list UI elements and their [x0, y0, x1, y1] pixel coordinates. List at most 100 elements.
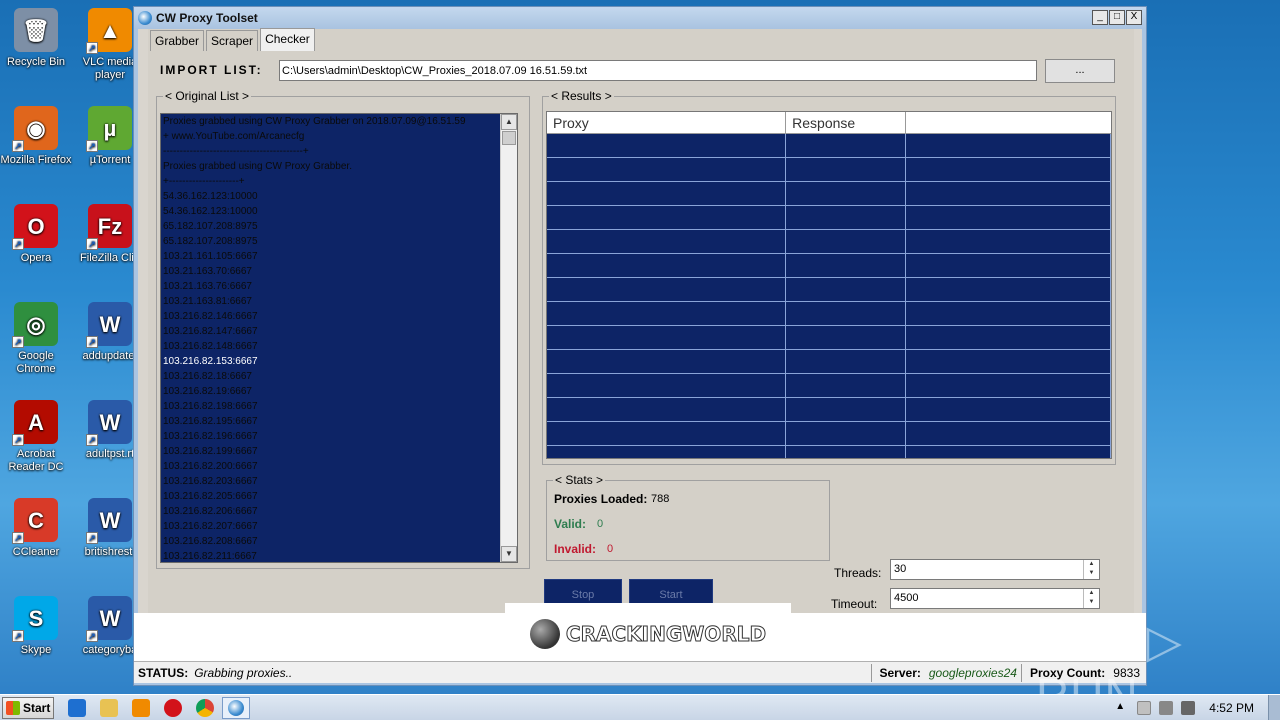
list-item[interactable]: 65.182.107.208:8975 [161, 234, 517, 249]
list-item[interactable]: 103.216.82.18:6667 [161, 369, 517, 384]
start-button-taskbar[interactable]: Start [2, 696, 54, 719]
monitor-icon[interactable] [1159, 701, 1174, 715]
list-item[interactable]: 103.216.82.211:6667 [161, 549, 517, 562]
app-icon: W ↗ [86, 400, 132, 446]
close-button[interactable]: X [1126, 10, 1142, 25]
scroll-thumb[interactable] [502, 131, 516, 145]
scroll-up-icon[interactable]: ▲ [501, 114, 517, 130]
folder-icon[interactable] [100, 698, 118, 717]
media-player-icon[interactable] [132, 698, 150, 717]
status-bar: STATUS: Grabbing proxies.. Server: googl… [134, 661, 1146, 683]
show-desktop-button[interactable] [1268, 695, 1280, 720]
list-item[interactable]: 103.216.82.153:6667 [161, 354, 517, 369]
table-row[interactable] [547, 446, 1111, 458]
timeout-spinner[interactable]: 4500 ▲ ▼ [890, 588, 1100, 609]
table-row[interactable] [547, 158, 1111, 182]
internet-explorer-icon[interactable] [68, 698, 86, 717]
list-item[interactable]: + www.YouTube.com/Arcanecfg [161, 129, 517, 144]
app-icon: O ↗ [12, 204, 58, 250]
list-item[interactable]: 103.216.82.203:6667 [161, 474, 517, 489]
original-list[interactable]: Proxies grabbed using CW Proxy Grabber o… [160, 113, 518, 563]
table-row[interactable] [547, 422, 1111, 446]
clock[interactable]: 4:52 PM [1209, 701, 1254, 715]
shortcut-arrow-icon: ↗ [86, 532, 98, 544]
list-item[interactable]: 54.36.162.123:10000 [161, 204, 517, 219]
desktop-icon[interactable]: ◎ ↗ Google Chrome [0, 302, 74, 376]
desktop-icon[interactable]: S ↗ Skype [0, 596, 74, 657]
threads-arrows[interactable]: ▲ ▼ [1083, 560, 1099, 579]
list-item[interactable]: 103.216.82.208:6667 [161, 534, 517, 549]
list-item[interactable]: 103.216.82.198:6667 [161, 399, 517, 414]
list-item[interactable]: 103.21.163.70:6667 [161, 264, 517, 279]
list-item[interactable]: 103.21.161.105:6667 [161, 249, 517, 264]
browse-button[interactable]: ... [1045, 59, 1115, 83]
list-item[interactable]: +---------------------+ [161, 174, 517, 189]
table-row[interactable] [547, 350, 1111, 374]
cracking-world-logo: CRACKINGWORLD [505, 603, 791, 665]
desktop-icon[interactable]: C ↗ CCleaner [0, 498, 74, 559]
desktop-icon[interactable]: O ↗ Opera [0, 204, 74, 265]
list-item[interactable]: 103.216.82.19:6667 [161, 384, 517, 399]
original-list-scrollbar[interactable]: ▲ ▼ [500, 114, 517, 562]
table-row[interactable] [547, 302, 1111, 326]
results-header: Proxy Response [547, 112, 1111, 134]
table-row[interactable] [547, 254, 1111, 278]
table-cell [786, 206, 906, 229]
import-path-input[interactable] [279, 60, 1037, 81]
desktop-icon[interactable]: 🗑 Recycle Bin [0, 8, 74, 69]
desktop-icon[interactable]: ◉ ↗ Mozilla Firefox [0, 106, 74, 167]
valid-value: 0 [597, 518, 604, 530]
list-item[interactable]: Proxies grabbed using CW Proxy Grabber o… [161, 114, 517, 129]
list-item[interactable]: 54.36.162.123:10000 [161, 189, 517, 204]
results-grid[interactable]: Proxy Response [546, 111, 1112, 459]
list-item[interactable]: ----------------------------------------… [161, 144, 517, 159]
opera-icon[interactable] [164, 698, 182, 717]
threads-spinner[interactable]: 30 ▲ ▼ [890, 559, 1100, 580]
table-row[interactable] [547, 398, 1111, 422]
table-row[interactable] [547, 326, 1111, 350]
table-row[interactable] [547, 374, 1111, 398]
volume-icon[interactable] [1181, 701, 1196, 715]
table-row[interactable] [547, 134, 1111, 158]
chrome-icon[interactable] [196, 698, 214, 717]
table-row[interactable] [547, 230, 1111, 254]
tray-expand-icon[interactable]: ▲ [1115, 701, 1129, 715]
list-item[interactable]: 65.182.107.208:8975 [161, 219, 517, 234]
tab-scraper[interactable]: Scraper [206, 30, 259, 51]
tab-checker[interactable]: Checker [260, 28, 315, 51]
column-header-response[interactable]: Response [786, 112, 906, 133]
list-item[interactable]: 103.216.82.196:6667 [161, 429, 517, 444]
app-icon: ▲ ↗ [86, 8, 132, 54]
scroll-down-icon[interactable]: ▼ [501, 546, 517, 562]
shortcut-arrow-icon: ↗ [12, 238, 24, 250]
desktop-icon[interactable]: A ↗ Acrobat Reader DC [0, 400, 74, 474]
list-item[interactable]: 103.21.163.76:6667 [161, 279, 517, 294]
table-row[interactable] [547, 278, 1111, 302]
minimize-button[interactable]: _ [1092, 10, 1108, 25]
timeout-arrows[interactable]: ▲ ▼ [1083, 589, 1099, 608]
list-item[interactable]: 103.216.82.205:6667 [161, 489, 517, 504]
table-row[interactable] [547, 182, 1111, 206]
list-item[interactable]: 103.216.82.200:6667 [161, 459, 517, 474]
table-cell [906, 254, 1111, 277]
tab-strip: Grabber Scraper Checker [150, 28, 317, 51]
desktop-icon-label: Skype [20, 644, 52, 656]
column-header-proxy[interactable]: Proxy [547, 112, 787, 133]
list-item[interactable]: 103.216.82.146:6667 [161, 309, 517, 324]
title-bar[interactable]: CW Proxy Toolset _ □ X [134, 7, 1146, 29]
list-item[interactable]: 103.216.82.147:6667 [161, 324, 517, 339]
tab-grabber[interactable]: Grabber [150, 30, 205, 51]
list-item[interactable]: 103.21.163.81:6667 [161, 294, 517, 309]
proxies-loaded-value: 788 [651, 493, 670, 505]
globe-logo-icon [529, 619, 560, 649]
list-item[interactable]: 103.216.82.148:6667 [161, 339, 517, 354]
maximize-button[interactable]: □ [1109, 10, 1125, 25]
list-item[interactable]: Proxies grabbed using CW Proxy Grabber. [161, 159, 517, 174]
list-item[interactable]: 103.216.82.207:6667 [161, 519, 517, 534]
taskbar-cw-proxy-toolset[interactable] [222, 696, 250, 719]
network-icon[interactable] [1137, 701, 1152, 715]
list-item[interactable]: 103.216.82.199:6667 [161, 444, 517, 459]
list-item[interactable]: 103.216.82.206:6667 [161, 504, 517, 519]
list-item[interactable]: 103.216.82.195:6667 [161, 414, 517, 429]
table-row[interactable] [547, 206, 1111, 230]
